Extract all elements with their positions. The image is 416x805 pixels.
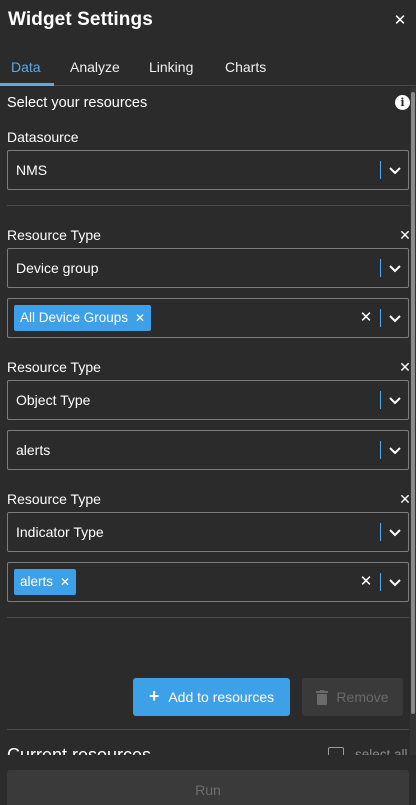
chevron-down-icon[interactable] [388,525,402,539]
clear-icon[interactable]: ✕ [358,572,374,592]
field-separator [380,523,381,541]
panel-title: Widget Settings [8,9,153,30]
tab-bar: Data Analyze Linking Charts [0,50,416,86]
add-button-label: Add to resources [168,689,275,705]
resource-type-label: Resource Type [7,491,101,507]
resource-type-value: Object Type [16,392,91,408]
object-type-value: alerts [16,442,51,458]
resource-type-select[interactable]: Indicator Type [7,512,409,552]
selected-chip: All Device Groups ✕ [14,305,152,331]
remove-group-icon[interactable]: ✕ [398,359,410,376]
select-all-label: select all [355,747,408,755]
chevron-down-icon[interactable] [388,575,402,589]
section-divider [7,205,409,206]
device-group-multiselect[interactable]: All Device Groups ✕ ✕ [7,298,409,338]
resource-type-value: Indicator Type [16,524,104,540]
field-separator [380,573,381,591]
remove-group-icon[interactable]: ✕ [398,491,410,508]
select-resources-heading: Select your resources [7,95,148,111]
chevron-down-icon[interactable] [388,311,402,325]
field-separator [380,309,381,327]
object-type-select[interactable]: alerts [7,430,409,470]
current-resources-heading: Current resources [7,745,152,755]
scrollbar-thumb[interactable] [411,92,415,714]
tab-data[interactable]: Data [11,50,41,85]
active-tab-indicator [0,83,54,86]
resource-type-select[interactable]: Device group [7,248,409,288]
field-separator [380,391,381,409]
trash-icon [316,689,329,705]
resource-type-label: Resource Type [7,227,101,243]
info-icon[interactable]: i [395,95,410,110]
section-divider [7,617,409,618]
field-separator [380,161,381,179]
plus-icon: + [148,685,160,706]
remove-button-label: Remove [336,689,389,705]
chevron-down-icon[interactable] [388,163,402,177]
resource-type-select[interactable]: Object Type [7,380,409,420]
remove-button[interactable]: Remove [302,678,403,716]
chevron-down-icon[interactable] [388,443,402,457]
run-button[interactable]: Run [7,770,409,805]
indicator-multiselect[interactable]: alerts ✕ ✕ [7,562,409,602]
field-separator [380,259,381,277]
datasource-label: Datasource [7,129,79,145]
datasource-select[interactable]: NMS [7,150,409,190]
panel-header: Widget Settings ✕ [0,0,416,40]
resource-type-value: Device group [16,260,99,276]
resource-type-label: Resource Type [7,359,101,375]
clear-icon[interactable]: ✕ [358,308,374,328]
tab-linking[interactable]: Linking [149,50,193,85]
select-all-checkbox[interactable] [328,747,344,755]
chip-label: All Device Groups [20,310,129,325]
chip-remove-icon[interactable]: ✕ [135,305,145,331]
add-to-resources-button[interactable]: + Add to resources [133,678,290,716]
close-icon[interactable]: ✕ [392,11,408,29]
chip-label: alerts [20,574,54,589]
tab-analyze[interactable]: Analyze [70,50,120,85]
data-tab-content: Select your resources i Datasource NMS R… [0,87,410,755]
tab-charts[interactable]: Charts [225,50,266,85]
remove-group-icon[interactable]: ✕ [398,227,410,244]
datasource-value: NMS [16,162,48,178]
chip-remove-icon[interactable]: ✕ [60,569,70,595]
field-separator [380,441,381,459]
chevron-down-icon[interactable] [388,393,402,407]
chevron-down-icon[interactable] [388,261,402,275]
panel-footer: Run [0,755,416,805]
selected-chip: alerts ✕ [14,569,77,595]
section-divider [7,729,409,730]
